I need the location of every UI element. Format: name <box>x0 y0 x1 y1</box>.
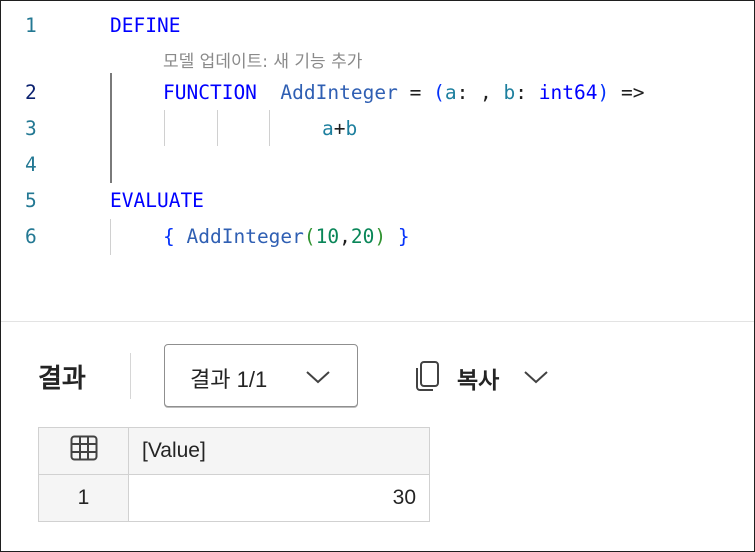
brace-close: } <box>397 225 410 248</box>
call-paren-close: ) <box>374 225 387 248</box>
chevron-down-icon[interactable] <box>523 369 549 389</box>
punctuation-comma: , <box>339 225 351 248</box>
type-int64: int64 <box>538 81 598 104</box>
line-number: 5 <box>25 189 37 212</box>
chevron-down-icon <box>305 369 331 389</box>
paren-close: ) <box>597 81 610 104</box>
line-number-active: 2 <box>25 81 37 104</box>
line-number: 3 <box>25 117 37 140</box>
inlay-hint-model-update[interactable]: 모델 업데이트: 새 기능 추가 <box>163 47 362 72</box>
keyword-define: DEFINE <box>110 14 181 37</box>
indent-guide <box>269 110 270 146</box>
paren-open: ( <box>433 81 445 104</box>
body-b: b <box>345 117 358 140</box>
line-number: 1 <box>25 14 37 37</box>
punctuation: : <box>515 81 539 104</box>
keyword-function: FUNCTION <box>163 81 257 104</box>
dax-query-window: 1 2 3 4 5 6 DEFINE 모델 업데이트: 새 기능 추가 FUNC… <box>0 0 755 552</box>
param-b: b <box>503 81 516 104</box>
indent-guide <box>164 110 165 146</box>
code-line-1: DEFINE <box>110 14 180 37</box>
result-set-dropdown[interactable]: 결과 1/1 <box>164 344 358 407</box>
results-title: 결과 <box>38 364 86 394</box>
code-line-2: FUNCTION AddInteger = (a: , b: int64) => <box>163 81 644 104</box>
indent-guide <box>110 73 112 183</box>
result-table: [Value] 1 30 <box>38 427 430 522</box>
indent-guide <box>217 110 218 146</box>
code-line-5: EVALUATE <box>110 189 204 212</box>
table-cell-value[interactable]: 30 <box>128 474 430 522</box>
table-grid-icon <box>70 435 98 466</box>
argument-number: 20 <box>350 225 375 248</box>
code-line-6: { AddInteger(10,20) } <box>163 225 410 248</box>
punctuation: : , <box>456 81 504 104</box>
table-header-row: [Value] <box>38 427 430 475</box>
copy-button[interactable]: 복사 <box>411 353 556 399</box>
keyword-evaluate: EVALUATE <box>110 189 204 212</box>
operator-arrow: => <box>609 81 645 104</box>
operator-plus: + <box>333 117 346 140</box>
function-name: AddInteger <box>280 81 398 104</box>
line-number: 6 <box>25 225 37 248</box>
result-set-dropdown-label: 결과 1/1 <box>190 367 268 392</box>
indent-guide <box>110 219 111 255</box>
row-number: 1 <box>38 474 129 522</box>
call-function-name: AddInteger <box>186 225 304 248</box>
copy-icon <box>413 360 441 396</box>
argument-number: 10 <box>315 225 340 248</box>
code-line-3: a+b <box>322 117 357 140</box>
line-number: 4 <box>25 153 37 176</box>
brace-open: { <box>163 225 175 248</box>
table-corner[interactable] <box>38 427 129 475</box>
code-editor[interactable]: 1 2 3 4 5 6 DEFINE 모델 업데이트: 새 기능 추가 FUNC… <box>1 1 754 321</box>
body-a: a <box>322 117 334 140</box>
pane-divider[interactable] <box>1 321 754 322</box>
column-header-value[interactable]: [Value] <box>128 427 430 475</box>
toolbar-separator <box>130 353 131 399</box>
table-row: 1 30 <box>38 474 430 522</box>
param-a: a <box>444 81 457 104</box>
copy-button-label: 복사 <box>457 368 500 394</box>
call-paren-open: ( <box>303 225 316 248</box>
operator-equals: = <box>409 81 422 104</box>
